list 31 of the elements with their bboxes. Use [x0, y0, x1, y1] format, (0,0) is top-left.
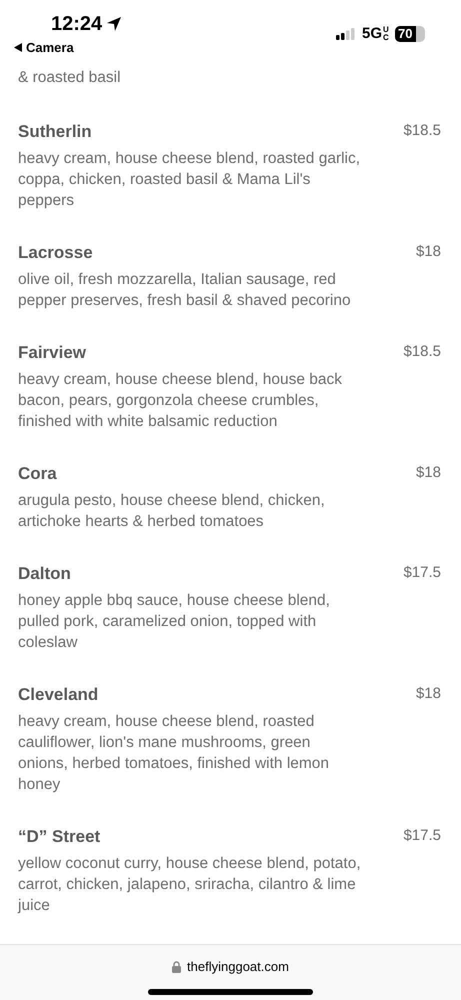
menu-item-price: $17.5 — [403, 563, 441, 583]
menu-item-name: Cleveland — [18, 684, 100, 706]
menu-item-name: Lacrosse — [18, 242, 94, 264]
menu-item-price: $18.5 — [403, 342, 441, 362]
menu-item-price: $18 — [416, 463, 441, 483]
menu-item-name: Cora — [18, 463, 58, 485]
menu-item-name: Sutherlin — [18, 121, 93, 143]
menu-item-description: honey apple bbq sauce, house cheese blend, pulled pork, caramelized onion, topped with coleslaw — [18, 591, 331, 653]
lock-icon — [172, 960, 182, 973]
battery-icon: 70 — [395, 26, 425, 42]
menu-item-price: $18 — [416, 242, 441, 262]
menu-item-description: heavy cream, house cheese blend, roasted garlic, coppa, chicken, roasted basil & Mama Lil's peppers — [18, 149, 362, 211]
menu-item-description: olive oil, fresh mozzarella, Italian sausage, red pepper preserves, fresh basil & shaved pecorino — [18, 270, 352, 311]
back-link[interactable]: Camera — [14, 38, 74, 58]
url-text[interactable]: theflyinggoat.com — [187, 957, 289, 976]
signal-icon — [336, 28, 356, 40]
menu-item-description: heavy cream, house cheese blend, house back bacon, pears, gorgonzola cheese crumbles, finished with white balsamic reduction — [18, 370, 343, 432]
home-indicator[interactable] — [148, 988, 313, 994]
menu-item-description: & roasted basil — [18, 68, 122, 88]
location-arrow-icon — [106, 16, 122, 32]
menu-item-price: $18.5 — [403, 121, 441, 141]
menu-item-description: yellow coconut curry, house cheese blend, potato, carrot, chicken, jalapeno, sriracha, cilantro & lime juice — [18, 854, 362, 916]
menu-item-name: “D” Street — [18, 826, 102, 848]
back-arrow-icon — [14, 43, 22, 52]
menu-item-price: $17.5 — [403, 826, 441, 846]
menu-item-price: $18 — [416, 684, 441, 704]
menu-item-description: arugula pesto, house cheese blend, chicken, artichoke hearts & herbed tomatoes — [18, 491, 326, 532]
menu-item-name: Dalton — [18, 563, 72, 585]
status-time: 12:24 — [51, 12, 102, 36]
menu-item-description: heavy cream, house cheese blend, roasted cauliflower, lion's mane mushrooms, green onions, herbed tomatoes, finished with lemon honey — [18, 712, 330, 795]
menu-item-name: Fairview — [18, 342, 88, 364]
